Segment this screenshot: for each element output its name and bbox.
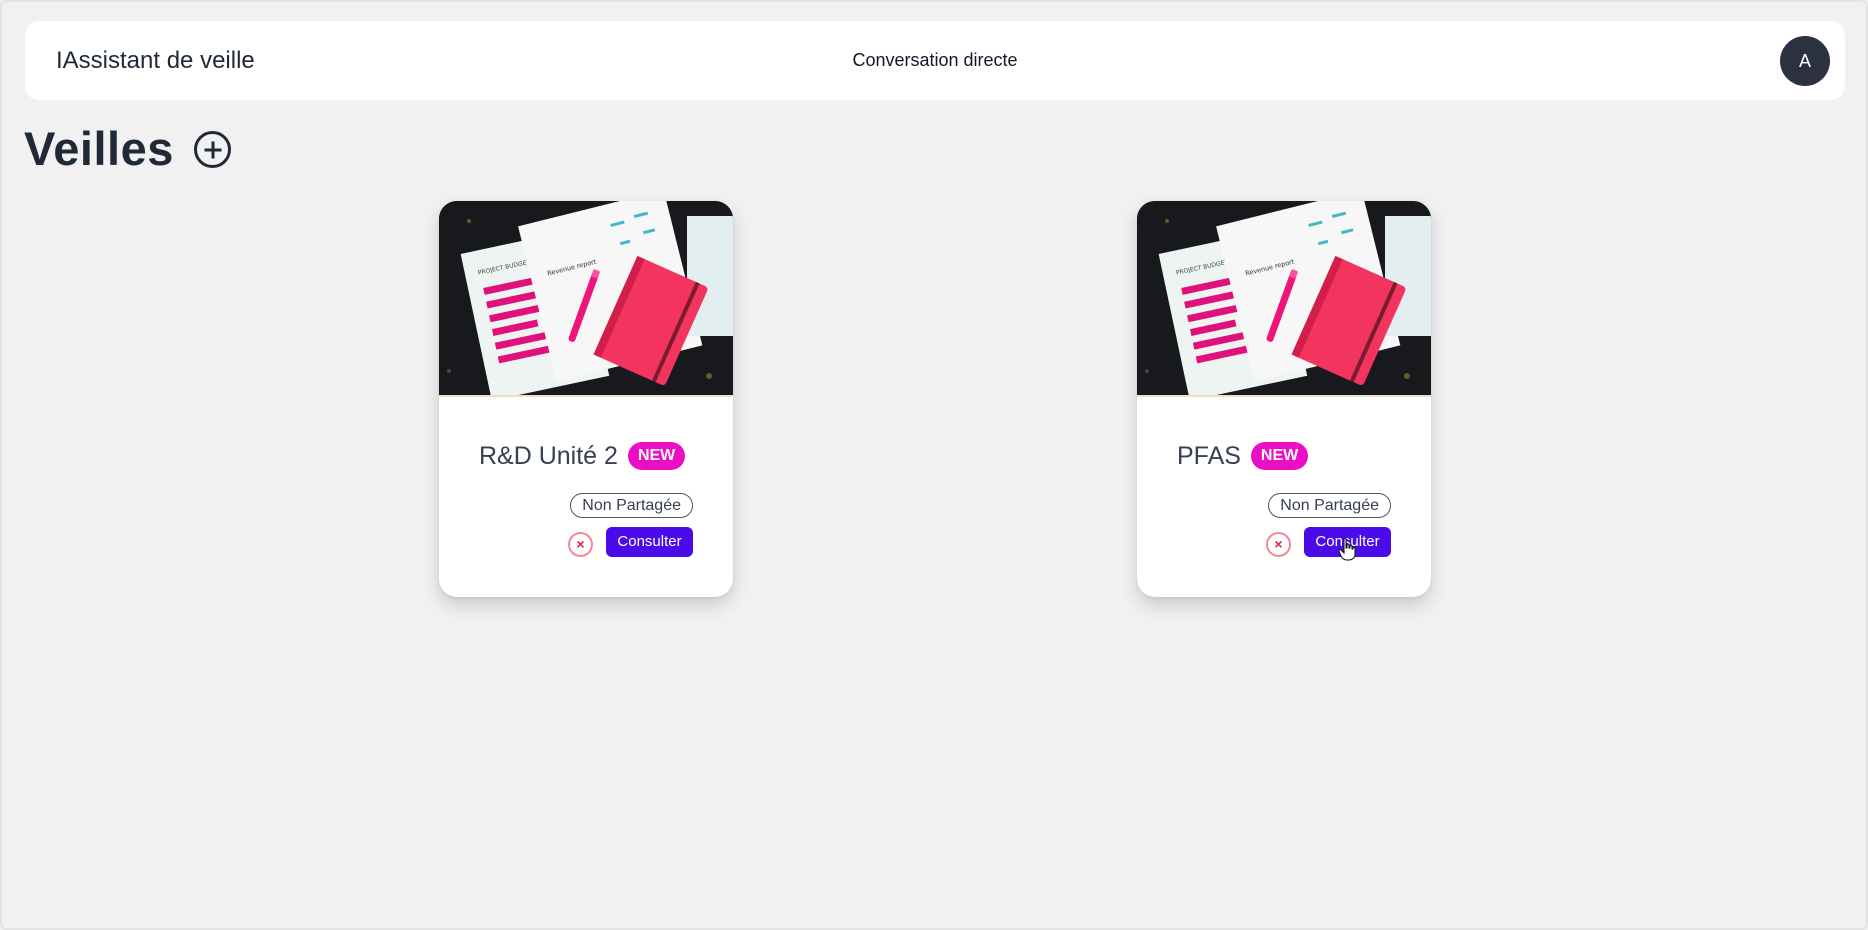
top-navbar: IAssistant de veille Conversation direct… xyxy=(25,21,1845,100)
page-title: Veilles xyxy=(24,122,174,175)
card-title: PFAS xyxy=(1177,441,1241,470)
nav-link-wrapper: Conversation directe xyxy=(25,21,1845,100)
card-image: PROJECT BUDGET Revenue report xyxy=(1137,201,1431,397)
nav-link-conversation-directe[interactable]: Conversation directe xyxy=(852,50,1017,70)
veille-card: PROJECT BUDGET Revenue report xyxy=(1137,201,1431,597)
delete-veille-button[interactable]: × xyxy=(1266,532,1291,557)
new-badge: NEW xyxy=(1250,442,1309,470)
close-circle-icon: × xyxy=(1274,536,1283,552)
app-brand[interactable]: IAssistant de veille xyxy=(56,21,255,100)
new-badge: NEW xyxy=(627,442,686,470)
report-notebook-illustration: PROJECT BUDGET Revenue report xyxy=(439,201,733,397)
user-avatar[interactable]: A xyxy=(1780,36,1830,86)
card-title: R&D Unité 2 xyxy=(479,441,618,470)
card-image: PROJECT BUDGET Revenue report xyxy=(439,201,733,397)
veille-card: PROJECT BUDGET Revenue report xyxy=(439,201,733,597)
report-notebook-illustration: PROJECT BUDGET Revenue report xyxy=(1137,201,1431,397)
consult-button[interactable]: Consulter xyxy=(1304,527,1391,557)
delete-veille-button[interactable]: × xyxy=(568,532,593,557)
card-title-row: PFAS NEW xyxy=(1177,439,1309,473)
card-title-row: R&D Unité 2 NEW xyxy=(479,439,686,473)
consult-button[interactable]: Consulter xyxy=(606,527,693,557)
share-status-badge: Non Partagée xyxy=(1268,493,1391,518)
app-frame xyxy=(0,0,1868,930)
share-status-badge: Non Partagée xyxy=(570,493,693,518)
add-veille-button[interactable] xyxy=(194,131,231,168)
close-circle-icon: × xyxy=(576,536,585,552)
